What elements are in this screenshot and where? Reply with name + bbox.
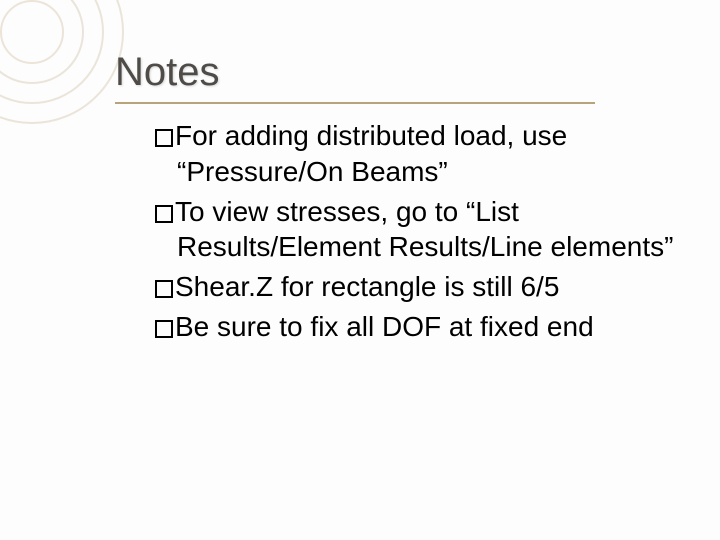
slide-title: Notes [115,50,220,95]
body-text: For adding distributed load, use “Pressu… [155,118,685,349]
bullet-lead: For [175,120,217,151]
bullet-box-icon [155,205,173,223]
bullet-box-icon [155,280,173,298]
bullet-rest: adding distributed load, use “Pressure/O… [177,120,567,187]
bullet-item: Be sure to fix all DOF at fixed end [155,309,685,345]
bullet-lead: To [175,196,205,227]
bullet-item: For adding distributed load, use “Pressu… [155,118,685,190]
bullet-rest: view stresses, go to “List Results/Eleme… [177,196,673,263]
bullet-rest: for rectangle is still 6/5 [273,271,559,302]
bullet-lead: Shear.Z [175,271,273,302]
bullet-rest: sure to fix all DOF at fixed end [209,311,593,342]
bullet-lead: Be [175,311,209,342]
bullet-item: To view stresses, go to “List Results/El… [155,194,685,266]
bullet-box-icon [155,320,173,338]
title-underline [115,102,595,104]
bullet-item: Shear.Z for rectangle is still 6/5 [155,269,685,305]
bullet-box-icon [155,129,173,147]
